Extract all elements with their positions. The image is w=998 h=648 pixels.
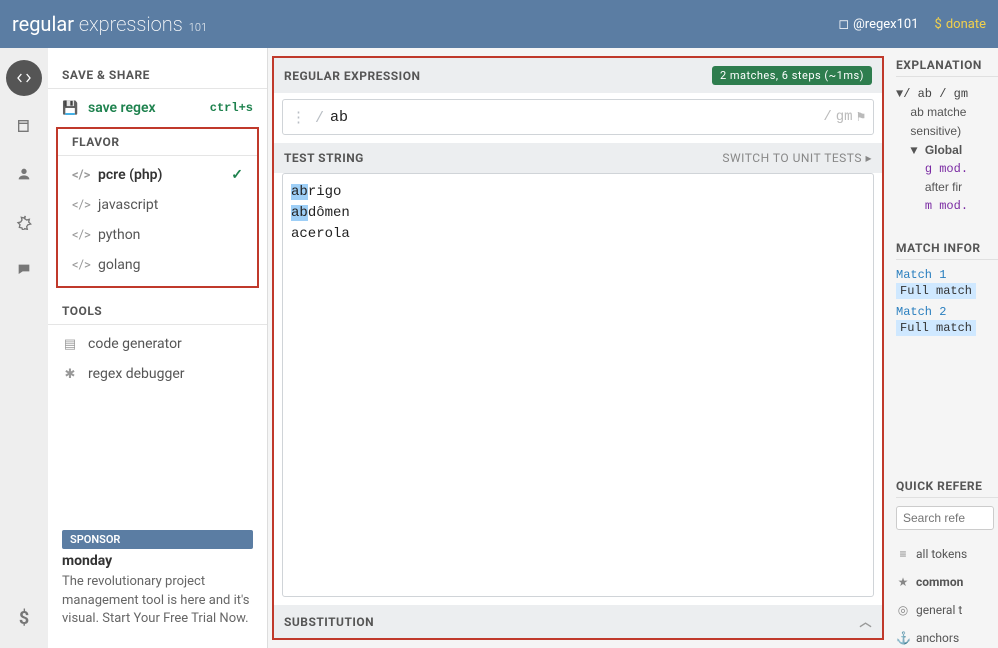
- dollar-icon: $: [935, 17, 942, 32]
- rail-library-icon[interactable]: [6, 108, 42, 144]
- right-panel: EXPLANATION ▼/ ab / gm ab matche sensiti…: [888, 48, 998, 648]
- sponsor-text[interactable]: The revolutionary project management too…: [48, 573, 267, 638]
- explanation-body: ▼/ ab / gm ab matche sensitive) ▼ Global…: [896, 85, 998, 215]
- circle-icon: ◎: [896, 603, 910, 617]
- donate-link[interactable]: $ donate: [935, 17, 986, 32]
- qr-anchors[interactable]: ⚓anchors: [896, 628, 998, 648]
- test-string-input[interactable]: abrigo abdômen acerola: [282, 173, 874, 597]
- logo[interactable]: regular expressions101: [12, 12, 207, 36]
- tool-regex-debugger[interactable]: ✱ regex debugger: [48, 359, 267, 389]
- code-icon: </>: [72, 168, 88, 183]
- sponsor-title[interactable]: monday: [48, 553, 267, 569]
- qr-common[interactable]: ★common: [896, 572, 998, 592]
- twitter-link[interactable]: ◻ @regex101: [838, 17, 918, 32]
- bug-icon: ✱: [62, 367, 78, 382]
- explanation-title: EXPLANATION: [896, 58, 998, 77]
- flavor-title: FLAVOR: [58, 129, 257, 156]
- qr-all-tokens[interactable]: ≡all tokens: [896, 544, 998, 564]
- flavor-section: FLAVOR </> pcre (php) ✓ </> javascript <…: [56, 127, 259, 288]
- quick-ref-search[interactable]: [896, 506, 994, 530]
- code-icon: </>: [72, 258, 88, 273]
- tools-title: TOOLS: [48, 298, 267, 325]
- test-string-header: TEST STRING SWITCH TO UNIT TESTS ▸: [274, 143, 882, 173]
- check-icon: ✓: [231, 167, 243, 183]
- save-share-title: SAVE & SHARE: [48, 62, 267, 89]
- test-line: abdômen: [291, 203, 865, 224]
- code-icon: </>: [72, 198, 88, 213]
- center-panel: REGULAR EXPRESSION 2 matches, 6 steps (~…: [272, 56, 884, 640]
- regex-input-row: ⋮ / / gm ⚑: [282, 99, 874, 135]
- qr-general[interactable]: ◎general t: [896, 600, 998, 620]
- code-gen-icon: ▤: [62, 337, 78, 352]
- icon-rail: $: [0, 48, 48, 648]
- flavor-javascript[interactable]: </> javascript: [58, 190, 257, 220]
- test-line: abrigo: [291, 182, 865, 203]
- rail-account-icon[interactable]: [6, 156, 42, 192]
- list-icon: ≡: [896, 547, 910, 561]
- star-icon: ★: [896, 575, 910, 589]
- save-regex-item[interactable]: 💾 save regex ctrl+s: [48, 93, 267, 123]
- tool-code-generator[interactable]: ▤ code generator: [48, 329, 267, 359]
- match-count-badge: 2 matches, 6 steps (~1ms): [712, 66, 872, 85]
- regex-input[interactable]: [324, 109, 823, 126]
- twitter-icon: ◻: [838, 17, 849, 32]
- flavor-golang[interactable]: </> golang: [58, 250, 257, 280]
- match-info-body: Match 1 Full match Match 2 Full match: [896, 268, 998, 342]
- rail-chat-icon[interactable]: [6, 252, 42, 288]
- test-line: acerola: [291, 224, 865, 245]
- left-sidebar: SAVE & SHARE 💾 save regex ctrl+s FLAVOR …: [48, 48, 268, 648]
- rail-donate-icon[interactable]: $: [6, 600, 42, 636]
- top-header: regular expressions101 ◻ @regex101 $ don…: [0, 0, 998, 48]
- chevron-up-icon: ︿: [859, 613, 872, 630]
- switch-unit-tests-link[interactable]: SWITCH TO UNIT TESTS ▸: [722, 151, 872, 165]
- anchor-icon: ⚓: [896, 631, 910, 645]
- regex-handle-icon[interactable]: ⋮ /: [291, 108, 324, 127]
- code-icon: </>: [72, 228, 88, 243]
- regex-header: REGULAR EXPRESSION 2 matches, 6 steps (~…: [274, 58, 882, 93]
- rail-settings-icon[interactable]: [6, 204, 42, 240]
- quick-ref-title: QUICK REFERE: [896, 479, 998, 498]
- regex-flags[interactable]: / gm ⚑: [823, 109, 865, 126]
- save-icon: 💾: [62, 101, 78, 116]
- rail-regex-icon[interactable]: [6, 60, 42, 96]
- flavor-pcre[interactable]: </> pcre (php) ✓: [58, 160, 257, 190]
- match-info-title: MATCH INFOR: [896, 241, 998, 260]
- save-shortcut: ctrl+s: [210, 101, 253, 115]
- substitution-header[interactable]: SUBSTITUTION ︿: [274, 605, 882, 638]
- sponsor-badge: SPONSOR: [62, 530, 253, 549]
- flag-icon: ⚑: [857, 109, 865, 126]
- flavor-python[interactable]: </> python: [58, 220, 257, 250]
